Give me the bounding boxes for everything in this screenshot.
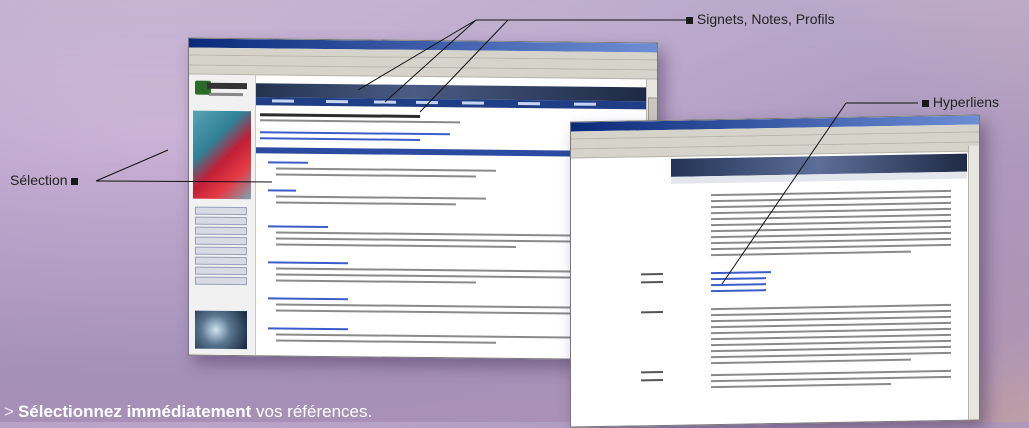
callout-lines xyxy=(95,19,918,285)
tagline: > Sélectionnez immédiatement vos référenc… xyxy=(4,402,372,422)
callout-selection: Sélection xyxy=(10,172,79,188)
arrow-icon: > xyxy=(4,402,14,421)
bullet-icon xyxy=(71,177,79,185)
callout-signets: Signets, Notes, Profils xyxy=(686,11,835,27)
callout-hyperliens-label: Hyperliens xyxy=(932,94,1000,110)
tagline-bold: Sélectionnez immédiatement xyxy=(17,402,252,421)
tagline-rest: vos références. xyxy=(251,402,373,421)
bullet-icon xyxy=(922,99,929,107)
bullet-icon xyxy=(686,16,693,24)
callout-hyperliens: Hyperliens xyxy=(922,94,999,110)
callout-signets-label: Signets, Notes, Profils xyxy=(696,11,835,27)
callout-selection-label: Sélection xyxy=(10,172,68,188)
